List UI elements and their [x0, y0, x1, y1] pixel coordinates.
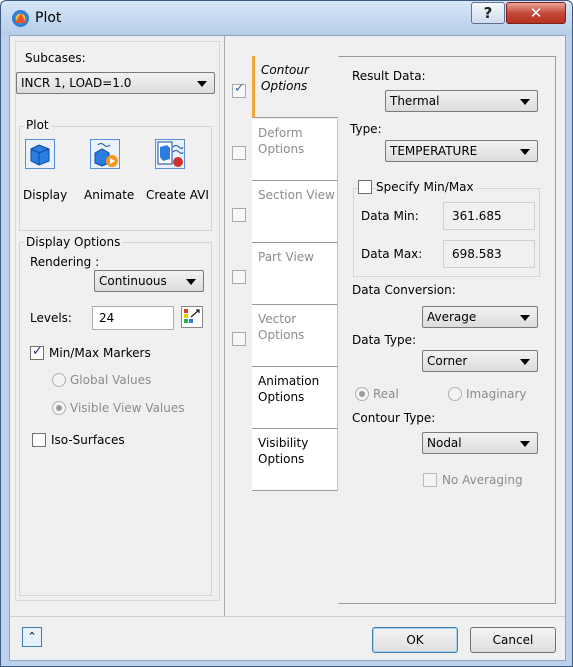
display-options-label: Display Options [24, 235, 123, 249]
expand-button[interactable]: ⌃ [22, 627, 42, 647]
rendering-label: Rendering : [30, 255, 100, 269]
chevron-down-icon [520, 359, 530, 365]
data-conversion-label: Data Conversion: [352, 283, 456, 297]
tab-visibility-options[interactable]: Visibility Options [252, 429, 338, 491]
chevron-down-icon [520, 315, 530, 321]
rendering-dropdown[interactable]: Continuous [94, 270, 204, 292]
chevron-down-icon [197, 81, 207, 87]
tab-contour-options[interactable]: Contour Options [252, 56, 338, 118]
tab-checkbox-contour[interactable]: ✓ [232, 81, 246, 98]
visible-view-values-radio[interactable] [52, 401, 66, 415]
subcases-value: INCR 1, LOAD=1.0 [21, 76, 132, 90]
app-icon [12, 10, 29, 27]
contour-type-dropdown[interactable]: Nodal [422, 432, 538, 454]
plot-group-label: Plot [24, 118, 51, 132]
close-button[interactable]: ✕ [506, 2, 566, 24]
data-min-label: Data Min: [361, 209, 419, 223]
animate-label: Animate [84, 188, 135, 202]
global-values-radio[interactable] [52, 373, 66, 387]
title-bar: Plot ? ✕ [1, 1, 572, 35]
data-max-field[interactable]: 698.583 [443, 240, 535, 268]
display-options-group [19, 242, 212, 596]
data-type-dropdown[interactable]: Corner [422, 350, 538, 372]
plot-dialog: Plot ? ✕ Subcases: INCR 1, LOAD=1.0 Plot [0, 0, 573, 667]
display-icon[interactable] [25, 139, 55, 169]
create-avi-icon[interactable] [155, 139, 185, 169]
cancel-button[interactable]: Cancel [470, 627, 556, 653]
iso-surfaces-checkbox[interactable] [32, 433, 46, 447]
global-values-label: Global Values [70, 373, 152, 387]
no-averaging-label: No Averaging [442, 473, 523, 487]
chevron-down-icon [520, 149, 530, 155]
type-dropdown[interactable]: TEMPERATURE [385, 140, 538, 162]
chevron-down-icon [186, 279, 196, 285]
create-avi-label: Create AVI [146, 188, 209, 202]
animate-icon[interactable] [90, 139, 120, 169]
tab-checkbox-deform[interactable] [232, 146, 246, 160]
minmax-markers-label: Min/Max Markers [49, 346, 151, 360]
real-label: Real [373, 387, 399, 401]
tab-part-view[interactable]: Part View [252, 243, 338, 305]
imaginary-radio[interactable] [448, 387, 462, 401]
check-icon: ✓ [234, 81, 245, 96]
contour-type-value: Nodal [427, 436, 462, 450]
contour-type-label: Contour Type: [352, 411, 436, 425]
tab-animation-options[interactable]: Animation Options [252, 367, 338, 429]
iso-surfaces-label: Iso-Surfaces [51, 433, 125, 447]
data-type-value: Corner [427, 354, 468, 368]
result-data-value: Thermal [390, 94, 440, 108]
tab-vector-options[interactable]: Vector Options [252, 305, 338, 367]
color-scale-icon[interactable] [181, 306, 203, 328]
data-max-label: Data Max: [361, 247, 423, 261]
specify-minmax-checkbox[interactable] [358, 180, 372, 194]
levels-label: Levels: [30, 311, 72, 325]
window-title: Plot [35, 10, 62, 26]
subcases-label: Subcases: [25, 51, 86, 65]
chevron-down-icon [520, 441, 530, 447]
imaginary-label: Imaginary [466, 387, 527, 401]
no-averaging-checkbox[interactable] [423, 473, 437, 487]
result-data-label: Result Data: [352, 69, 426, 83]
tab-checkbox-part[interactable] [232, 270, 246, 284]
levels-input[interactable]: 24 [92, 306, 174, 330]
rendering-value: Continuous [99, 274, 167, 288]
footer-divider [10, 616, 565, 617]
panel-separator [224, 36, 225, 616]
dialog-client: Subcases: INCR 1, LOAD=1.0 Plot Display [9, 35, 566, 661]
tab-checkbox-vector[interactable] [232, 332, 246, 346]
contour-options-panel [338, 56, 556, 604]
display-label: Display [23, 188, 68, 202]
specify-minmax-label: Specify Min/Max [376, 180, 476, 194]
data-conversion-value: Average [427, 310, 477, 324]
tab-section-view[interactable]: Section View [252, 181, 338, 243]
data-min-field[interactable]: 361.685 [443, 202, 535, 230]
data-conversion-dropdown[interactable]: Average [422, 306, 538, 328]
ok-button[interactable]: OK [372, 627, 458, 653]
type-label: Type: [350, 122, 382, 136]
minmax-markers-checkbox[interactable] [30, 344, 44, 360]
result-data-dropdown[interactable]: Thermal [385, 90, 538, 112]
type-value: TEMPERATURE [390, 144, 478, 158]
visible-view-values-label: Visible View Values [70, 401, 185, 415]
chevron-down-icon [520, 99, 530, 105]
tab-deform-options[interactable]: Deform Options [252, 119, 338, 181]
subcases-dropdown[interactable]: INCR 1, LOAD=1.0 [16, 72, 215, 94]
data-type-label: Data Type: [352, 333, 417, 347]
real-radio[interactable] [355, 387, 369, 401]
tab-checkbox-section[interactable] [232, 208, 246, 222]
help-button[interactable]: ? [471, 2, 505, 24]
